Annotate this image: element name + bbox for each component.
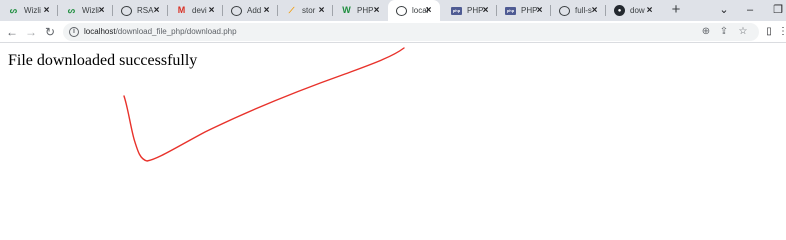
- tab-10[interactable]: php PHP ×: [497, 0, 551, 21]
- close-tab-icon[interactable]: ×: [261, 4, 272, 17]
- globe-icon: [559, 5, 570, 16]
- tab-search-chevron-icon[interactable]: ⌄: [714, 0, 734, 21]
- close-tab-icon[interactable]: ×: [41, 4, 52, 17]
- share-icon[interactable]: ⇪: [717, 25, 731, 39]
- close-tab-icon[interactable]: ×: [151, 4, 162, 17]
- reload-icon[interactable]: ↻: [41, 23, 59, 41]
- bookmark-star-icon[interactable]: ☆: [736, 25, 750, 39]
- wizli-icon: ᔕ: [67, 5, 76, 15]
- tab-5[interactable]: Add ×: [223, 0, 278, 21]
- close-tab-icon[interactable]: ×: [534, 4, 545, 17]
- globe-icon: [121, 5, 132, 16]
- browser-toolbar: ← → ↻ i localhost/download_file_php/down…: [0, 21, 786, 43]
- close-tab-icon[interactable]: ×: [206, 4, 217, 17]
- close-tab-icon[interactable]: ×: [96, 4, 107, 17]
- checkmark-stroke: [123, 47, 405, 162]
- close-tab-icon[interactable]: ×: [480, 4, 491, 17]
- tab-8-active[interactable]: local ×: [388, 0, 440, 21]
- tab-6[interactable]: ⟋ stor ×: [278, 0, 333, 21]
- url-path: /download_file_php/download.php: [115, 27, 237, 36]
- back-arrow-icon[interactable]: ←: [3, 23, 21, 41]
- close-tab-icon[interactable]: ×: [589, 4, 600, 17]
- url-host: localhost: [84, 27, 116, 36]
- w3schools-icon: W: [342, 5, 351, 15]
- close-tab-icon[interactable]: ×: [423, 4, 434, 17]
- side-panel-icon[interactable]: ▯: [762, 25, 776, 39]
- url-text[interactable]: localhost/download_file_php/download.php: [84, 26, 237, 38]
- tab-11[interactable]: full-s ×: [551, 0, 606, 21]
- menu-icon[interactable]: ⋮: [778, 25, 786, 39]
- php-icon: php: [451, 6, 462, 15]
- php-icon: php: [505, 6, 516, 15]
- globe-icon: [231, 5, 242, 16]
- tab-strip: ᔕ Wizli × ᔕ Wizli × RSA × M devi × Add ×…: [0, 0, 786, 21]
- tab-3[interactable]: RSA ×: [113, 0, 168, 21]
- close-tab-icon[interactable]: ×: [644, 4, 655, 17]
- site-info-icon[interactable]: i: [69, 27, 79, 37]
- forward-arrow-icon[interactable]: →: [22, 23, 40, 41]
- address-bar[interactable]: i localhost/download_file_php/download.p…: [63, 23, 759, 41]
- github-icon: ●: [614, 5, 625, 16]
- tab-1[interactable]: ᔕ Wizli ×: [0, 0, 58, 21]
- tab-7[interactable]: W PHP ×: [333, 0, 388, 21]
- globe-icon: [396, 5, 407, 16]
- tab-2[interactable]: ᔕ Wizli ×: [58, 0, 113, 21]
- page-content: File downloaded successfully: [0, 44, 786, 209]
- restore-button[interactable]: ❐: [768, 0, 786, 21]
- wizli-icon: ᔕ: [9, 5, 18, 15]
- hand-drawn-checkmark-annotation: [123, 47, 405, 162]
- zoom-icon[interactable]: ⊕: [699, 25, 713, 39]
- minimize-button[interactable]: –: [740, 0, 760, 21]
- gmail-icon: M: [177, 5, 186, 15]
- new-tab-button[interactable]: +: [668, 2, 684, 18]
- close-tab-icon[interactable]: ×: [371, 4, 382, 17]
- star-icon: ⟋: [288, 5, 295, 15]
- tab-9[interactable]: php PHP ×: [443, 0, 497, 21]
- tab-4[interactable]: M devi ×: [168, 0, 223, 21]
- close-tab-icon[interactable]: ×: [316, 4, 327, 17]
- tab-12[interactable]: ● dow ×: [606, 0, 661, 21]
